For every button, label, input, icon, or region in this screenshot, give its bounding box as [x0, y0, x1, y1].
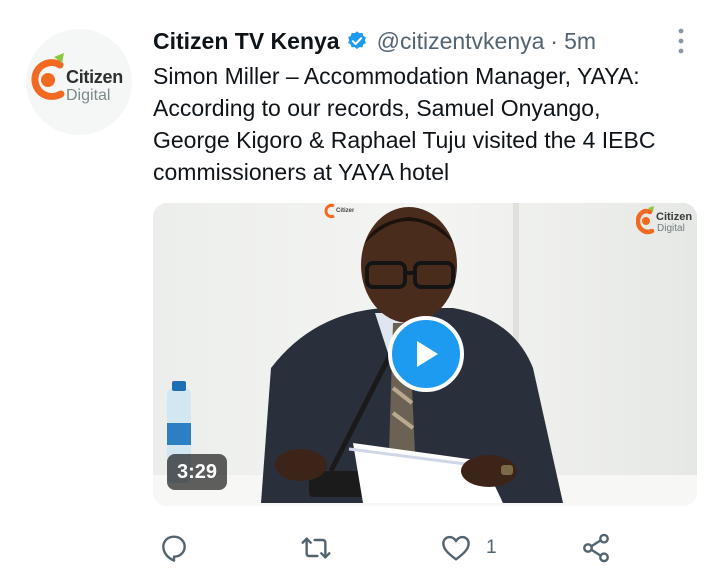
tweet-header: Citizen TV Kenya @citizentvkenya · 5m [153, 26, 596, 56]
tweet-text-line: George Kigoro & Raphael Tuju visited the… [153, 127, 656, 153]
heart-icon [442, 535, 470, 561]
more-options-icon[interactable] [674, 27, 688, 55]
share-button[interactable] [580, 530, 612, 566]
user-handle[interactable]: @citizentvkenya [377, 28, 545, 55]
display-name[interactable]: Citizen TV Kenya [153, 28, 340, 55]
reply-icon [162, 535, 186, 562]
verified-badge-icon [346, 30, 368, 52]
tweet-actions: 1 [0, 530, 720, 566]
tweet-text-line: commissioners at YAYA hotel [153, 159, 450, 185]
retweet-icon [301, 537, 331, 559]
play-button[interactable] [388, 316, 464, 392]
video-player[interactable]: Citizen Citizen Digital 3:29 [153, 203, 697, 506]
separator-dot: · [550, 27, 559, 54]
citizen-digital-logo-icon [31, 53, 65, 100]
tweet-text-line: Simon Miller – Accommodation Manager, YA… [153, 63, 640, 89]
like-button[interactable]: 1 [440, 530, 497, 566]
watermark-subtext: Digital [657, 223, 685, 234]
play-icon [417, 341, 438, 367]
like-count: 1 [486, 537, 497, 558]
svg-text:Citizen: Citizen [336, 208, 354, 214]
avatar[interactable]: Citizen Digital [26, 29, 132, 135]
video-duration-badge: 3:29 [167, 454, 228, 490]
tweet-text-line: According to our records, Samuel Onyango… [153, 95, 601, 121]
channel-watermark: Citizen Digital [635, 205, 694, 244]
avatar-logo-subtext: Digital [66, 87, 111, 104]
share-icon [583, 533, 609, 563]
avatar-logo-text: Citizen [66, 67, 123, 87]
reply-button[interactable] [158, 530, 190, 566]
tweet-text: Simon Miller – Accommodation Manager, YA… [153, 60, 701, 188]
timestamp[interactable]: 5m [564, 28, 596, 55]
retweet-button[interactable] [299, 530, 333, 566]
watermark-logo-icon: Citizen [324, 203, 356, 226]
watermark-text: Citizen [656, 211, 693, 223]
